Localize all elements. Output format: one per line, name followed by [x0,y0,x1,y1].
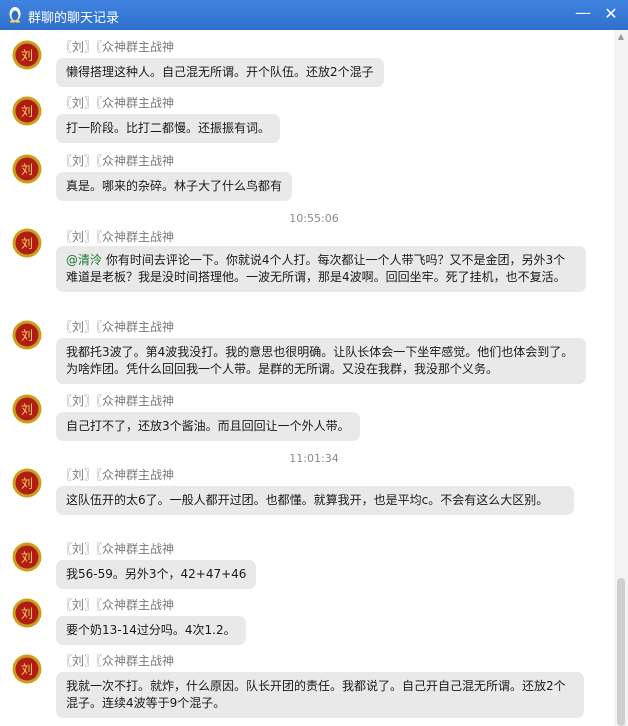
message-bubble[interactable]: 懒得搭理这种人。自己混无所谓。开个队伍。还放2个混子 [56,58,384,87]
message-bubble[interactable]: 我就一次不打。就炸，什么原因。队长开团的责任。我都说了。自己开自己混无所谓。还放… [56,672,584,718]
avatar-icon[interactable]: 刘 [12,598,42,628]
minimize-button[interactable]: — [574,4,592,24]
message-text: 我56-59。另外3个，42+47+46 [66,567,247,581]
avatar-icon[interactable]: 刘 [12,154,42,184]
avatar-icon[interactable]: 刘 [12,542,42,572]
scrollbar-thumb[interactable] [617,578,625,726]
sender-name: 〖刘〗〖众神群主战神 [60,96,175,110]
svg-text:刘: 刘 [21,105,33,119]
sender-name: 〖刘〗〖众神群主战神 [60,654,175,668]
message-text: 自己打不了，还放3个酱油。而且回回让一个外人带。 [66,419,350,433]
svg-text:刘: 刘 [21,329,33,343]
sender-name: 〖刘〗〖众神群主战神 [60,394,175,408]
svg-text:刘: 刘 [21,49,33,63]
title-bar: 群聊的聊天记录 — ✕ [0,0,628,30]
sender-name: 〖刘〗〖众神群主战神 [60,320,175,334]
svg-text:刘: 刘 [21,551,33,565]
sender-name: 〖刘〗〖众神群主战神 [60,542,175,556]
svg-text:刘: 刘 [21,607,33,621]
sender-name: 〖刘〗〖众神群主战神 [60,230,175,244]
message-text: 要个奶13-14过分吗。4次1.2。 [66,623,236,637]
scrollbar[interactable]: ▲ [614,30,628,726]
svg-text:刘: 刘 [21,237,33,251]
chat-history[interactable]: 刘 〖刘〗〖众神群主战神 懒得搭理这种人。自己混无所谓。开个队伍。还放2个混子 … [0,30,614,726]
sender-name: 〖刘〗〖众神群主战神 [60,598,175,612]
message-bubble[interactable]: 打一阶段。比打二都慢。还振振有词。 [56,114,281,143]
message-text: 真是。哪来的杂碎。林子大了什么鸟都有 [66,179,283,193]
svg-text:刘: 刘 [21,403,33,417]
avatar-icon[interactable]: 刘 [12,320,42,350]
message-bubble[interactable]: 这队伍开的太6了。一般人都开过团。也都懂。就算我开，也是平均c。不会有这么大区别… [56,486,574,515]
avatar-icon[interactable]: 刘 [12,228,42,258]
scroll-up-arrow[interactable]: ▲ [614,30,628,44]
message-bubble[interactable]: 我都托3波了。第4波我没打。我的意思也很明确。让队长体会一下坐牢感觉。他们也体会… [56,338,586,384]
message-text: 打一阶段。比打二都慢。还振振有词。 [66,121,271,135]
svg-text:刘: 刘 [21,163,33,177]
avatar-icon[interactable]: 刘 [12,654,42,684]
svg-text:刘: 刘 [21,477,33,491]
message-text: 我都托3波了。第4波我没打。我的意思也很明确。让队长体会一下坐牢感觉。他们也体会… [66,345,574,376]
message-text: 懒得搭理这种人。自己混无所谓。开个队伍。还放2个混子 [66,65,374,79]
timestamp: 11:01:34 [289,452,339,465]
avatar-icon[interactable]: 刘 [12,394,42,424]
svg-text:刘: 刘 [21,663,33,677]
message-bubble[interactable]: 我56-59。另外3个，42+47+46 [56,560,257,589]
close-button[interactable]: ✕ [602,4,620,24]
sender-name: 〖刘〗〖众神群主战神 [60,40,175,54]
timestamp: 10:55:06 [289,212,339,225]
window-title: 群聊的聊天记录 [28,11,120,26]
sender-name: 〖刘〗〖众神群主战神 [60,154,175,168]
sender-name: 〖刘〗〖众神群主战神 [60,468,175,482]
message-text: 你有时间去评论一下。你就说4个人打。每次都让一个人带飞吗？又不是金团，另外3个难… [66,253,566,284]
message-bubble[interactable]: @清泠 你有时间去评论一下。你就说4个人打。每次都让一个人带飞吗？又不是金团，另… [56,246,586,292]
message-bubble[interactable]: 自己打不了，还放3个酱油。而且回回让一个外人带。 [56,412,360,441]
avatar-icon[interactable]: 刘 [12,96,42,126]
penguin-icon [9,7,21,23]
message-text: 这队伍开的太6了。一般人都开过团。也都懂。就算我开，也是平均c。不会有这么大区别… [66,493,549,507]
avatar-icon[interactable]: 刘 [12,468,42,498]
avatar-icon[interactable]: 刘 [12,40,42,70]
mention-link[interactable]: @清泠 [66,253,102,267]
message-bubble[interactable]: 要个奶13-14过分吗。4次1.2。 [56,616,246,645]
message-text: 我就一次不打。就炸，什么原因。队长开团的责任。我都说了。自己开自己混无所谓。还放… [66,679,566,710]
message-bubble[interactable]: 真是。哪来的杂碎。林子大了什么鸟都有 [56,172,293,201]
